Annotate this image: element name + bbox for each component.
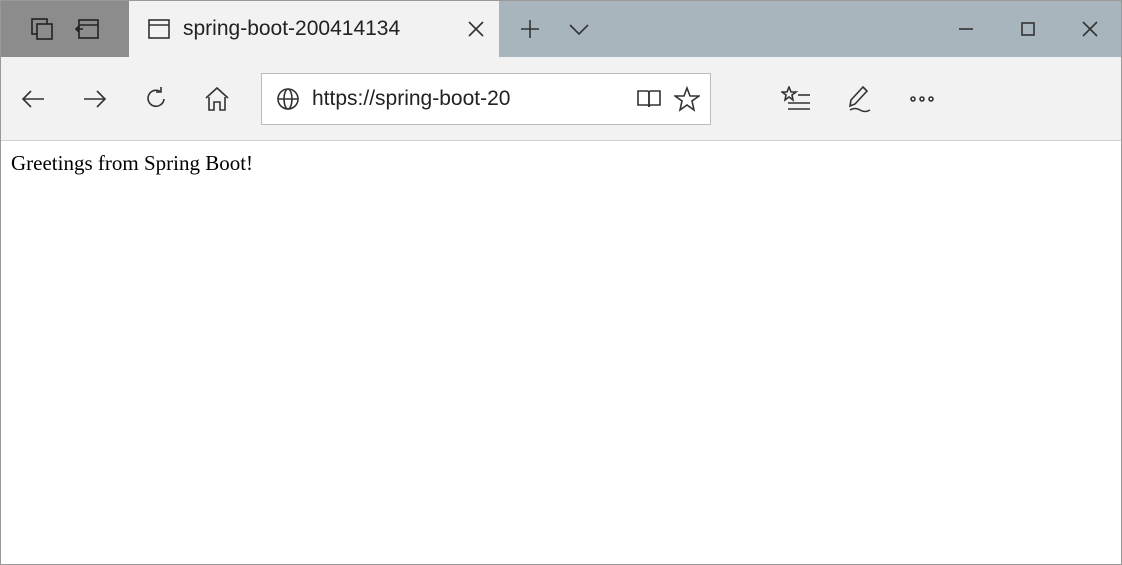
toolbar-right — [781, 85, 935, 113]
toolbar: https://spring-boot-20 — [1, 57, 1121, 141]
minimize-button[interactable] — [935, 1, 997, 57]
page-icon — [147, 18, 171, 40]
reading-view-icon[interactable] — [636, 88, 662, 110]
notes-icon[interactable] — [847, 85, 873, 113]
body-text: Greetings from Spring Boot! — [11, 151, 1111, 176]
nav-buttons — [19, 86, 231, 112]
favorite-star-icon[interactable] — [674, 86, 700, 112]
titlebar: spring-boot-200414134 — [1, 1, 1121, 57]
home-button[interactable] — [203, 86, 231, 112]
close-window-button[interactable] — [1059, 1, 1121, 57]
maximize-button[interactable] — [997, 1, 1059, 57]
browser-tab[interactable]: spring-boot-200414134 — [129, 1, 499, 57]
new-tab-icon[interactable] — [519, 18, 541, 40]
globe-icon — [276, 87, 300, 111]
tab-title: spring-boot-200414134 — [183, 17, 455, 41]
tab-actions — [499, 1, 591, 57]
refresh-button[interactable] — [143, 86, 169, 112]
favorites-list-icon[interactable] — [781, 86, 811, 112]
url-text: https://spring-boot-20 — [312, 87, 624, 111]
more-icon[interactable] — [909, 94, 935, 104]
address-bar[interactable]: https://spring-boot-20 — [261, 73, 711, 125]
chevron-down-icon[interactable] — [567, 20, 591, 38]
window-controls — [935, 1, 1121, 57]
titlebar-app-buttons — [1, 1, 129, 57]
close-tab-icon[interactable] — [467, 20, 485, 38]
tab-aside-icon[interactable] — [73, 17, 101, 41]
page-content: Greetings from Spring Boot! — [1, 141, 1121, 186]
windows-cascade-icon[interactable] — [29, 16, 55, 42]
forward-button[interactable] — [81, 87, 109, 111]
back-button[interactable] — [19, 87, 47, 111]
